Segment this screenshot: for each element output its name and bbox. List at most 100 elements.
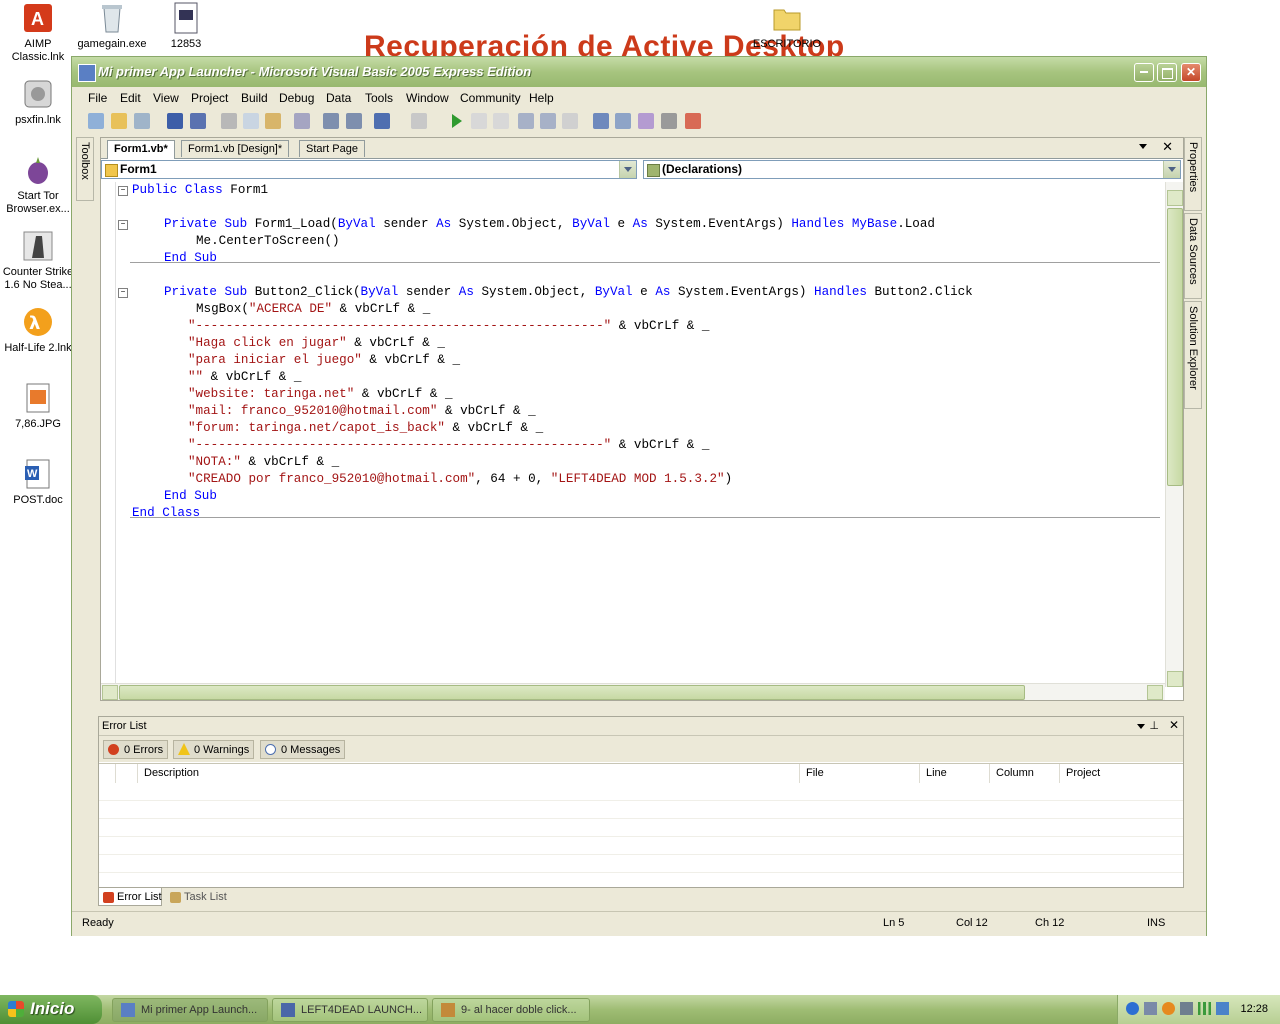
scroll-down-icon[interactable] bbox=[1167, 671, 1183, 687]
collapse-icon[interactable]: − bbox=[118, 220, 128, 230]
desktop-icon-jpg[interactable]: 7,86.JPG bbox=[0, 382, 76, 431]
column-header-column[interactable]: Column bbox=[989, 764, 1059, 783]
scroll-left-icon[interactable] bbox=[102, 685, 118, 700]
comment-icon[interactable] bbox=[323, 113, 339, 129]
add-item-icon[interactable] bbox=[134, 113, 150, 129]
window-position-icon[interactable] bbox=[1137, 724, 1145, 729]
save-all-icon[interactable] bbox=[190, 113, 206, 129]
tray-display-icon[interactable] bbox=[1216, 1002, 1229, 1015]
column-header-project[interactable]: Project bbox=[1059, 764, 1181, 783]
tab-form1-design[interactable]: Form1.vb [Design]* bbox=[181, 140, 290, 157]
step-over-icon[interactable] bbox=[540, 113, 556, 129]
close-panel-icon[interactable]: ✕ bbox=[1169, 718, 1179, 732]
horizontal-scroll-thumb[interactable] bbox=[119, 685, 1025, 700]
warnings-filter-button[interactable]: 0 Warnings bbox=[173, 740, 255, 759]
taskbar-item-browser[interactable]: 9- al hacer doble click... bbox=[432, 998, 590, 1022]
tray-network-icon[interactable] bbox=[1144, 1002, 1157, 1015]
minimize-button[interactable] bbox=[1134, 63, 1154, 82]
tab-error-list[interactable]: Error List bbox=[98, 888, 162, 906]
undo-icon[interactable] bbox=[374, 113, 390, 129]
menu-debug[interactable]: Debug bbox=[279, 91, 314, 105]
tab-properties[interactable]: Properties bbox=[1184, 137, 1202, 211]
stop-icon[interactable] bbox=[493, 113, 509, 129]
collapse-icon[interactable]: − bbox=[118, 186, 128, 196]
desktop-icon-counter-strike[interactable]: Counter Strike 1.6 No Stea... bbox=[0, 230, 76, 292]
menu-view[interactable]: View bbox=[153, 91, 179, 105]
horizontal-scrollbar[interactable] bbox=[101, 683, 1165, 700]
desktop-icon-gamegain[interactable]: gamegain.exe bbox=[74, 2, 150, 51]
column-header-icon[interactable] bbox=[115, 764, 137, 783]
method-name-combo[interactable]: (Declarations) bbox=[643, 160, 1181, 179]
toolbox-tab[interactable]: Toolbox bbox=[76, 137, 96, 207]
taskbar-item-left4dead[interactable]: LEFT4DEAD LAUNCH... bbox=[272, 998, 428, 1022]
toolbox-label[interactable]: Toolbox bbox=[76, 137, 94, 201]
class-name-combo[interactable]: Form1 bbox=[101, 160, 637, 179]
redo-icon[interactable] bbox=[411, 113, 427, 129]
code-text-area[interactable]: − − − Public Class Form1 Private Sub For… bbox=[101, 182, 1163, 687]
vertical-scroll-thumb[interactable] bbox=[1167, 208, 1183, 486]
start-button[interactable]: Inicio bbox=[0, 995, 102, 1024]
save-icon[interactable] bbox=[167, 113, 183, 129]
close-button[interactable]: ✕ bbox=[1181, 63, 1201, 82]
chevron-down-icon[interactable] bbox=[619, 161, 636, 178]
properties-icon[interactable] bbox=[615, 113, 631, 129]
step-into-icon[interactable] bbox=[518, 113, 534, 129]
desktop-icon-half-life[interactable]: λ Half-Life 2.lnk bbox=[0, 306, 76, 355]
tray-volume-icon[interactable] bbox=[1180, 1002, 1193, 1015]
tab-task-list[interactable]: Task List bbox=[166, 888, 236, 906]
step-out-icon[interactable] bbox=[562, 113, 578, 129]
menu-build[interactable]: Build bbox=[241, 91, 268, 105]
menu-data[interactable]: Data bbox=[326, 91, 351, 105]
desktop-icon-post-doc[interactable]: W POST.doc bbox=[0, 458, 76, 507]
menu-help[interactable]: Help bbox=[529, 91, 554, 105]
menu-community[interactable]: Community bbox=[460, 91, 521, 105]
menu-edit[interactable]: Edit bbox=[120, 91, 141, 105]
desktop-icon-psxfin[interactable]: psxfin.lnk bbox=[0, 78, 76, 127]
tab-start-page[interactable]: Start Page bbox=[299, 140, 365, 157]
menu-file[interactable]: File bbox=[88, 91, 107, 105]
copy-icon[interactable] bbox=[243, 113, 259, 129]
taskbar-clock[interactable]: 12:28 bbox=[1240, 1003, 1268, 1015]
errors-filter-button[interactable]: 0 Errors bbox=[103, 740, 169, 759]
column-header-file[interactable]: File bbox=[799, 764, 919, 783]
desktop-icon-tor[interactable]: Start Tor Browser.ex... bbox=[0, 154, 76, 216]
menu-tools[interactable]: Tools bbox=[365, 91, 393, 105]
error-list-icon[interactable] bbox=[685, 113, 701, 129]
tray-power-icon[interactable] bbox=[1126, 1002, 1139, 1015]
vertical-scrollbar[interactable] bbox=[1165, 182, 1183, 687]
title-bar[interactable]: Mi primer App Launcher - Microsoft Visua… bbox=[72, 57, 1206, 88]
taskbar-item-vb[interactable]: Mi primer App Launch... bbox=[112, 998, 268, 1022]
open-folder-icon[interactable] bbox=[111, 113, 127, 129]
desktop-icon-aimp[interactable]: A AIMP Classic.lnk bbox=[0, 2, 76, 64]
object-browser-icon[interactable] bbox=[638, 113, 654, 129]
find-icon[interactable] bbox=[294, 113, 310, 129]
pin-icon[interactable]: ⊥ bbox=[1149, 719, 1159, 732]
uncomment-icon[interactable] bbox=[346, 113, 362, 129]
desktop-icon-12853[interactable]: 12853 bbox=[148, 2, 224, 51]
scroll-up-icon[interactable] bbox=[1167, 190, 1183, 206]
scroll-right-icon[interactable] bbox=[1147, 685, 1163, 700]
tab-data-sources[interactable]: Data Sources bbox=[1184, 213, 1202, 299]
paste-icon[interactable] bbox=[265, 113, 281, 129]
close-document-icon[interactable]: ✕ bbox=[1162, 139, 1173, 155]
cut-icon[interactable] bbox=[221, 113, 237, 129]
toolbox-icon[interactable] bbox=[661, 113, 677, 129]
collapse-icon[interactable]: − bbox=[118, 288, 128, 298]
pause-icon[interactable] bbox=[471, 113, 487, 129]
tray-signal-icon[interactable] bbox=[1198, 1002, 1211, 1015]
messages-filter-button[interactable]: 0 Messages bbox=[260, 740, 346, 759]
maximize-button[interactable] bbox=[1157, 63, 1177, 82]
menu-window[interactable]: Window bbox=[406, 91, 449, 105]
chevron-down-icon[interactable] bbox=[1163, 161, 1180, 178]
active-files-dropdown-icon[interactable] bbox=[1139, 144, 1147, 149]
tray-app-icon[interactable] bbox=[1162, 1002, 1175, 1015]
tab-form1-vb[interactable]: Form1.vb* bbox=[107, 140, 175, 159]
new-project-icon[interactable] bbox=[88, 113, 104, 129]
menu-project[interactable]: Project bbox=[191, 91, 228, 105]
solution-explorer-icon[interactable] bbox=[593, 113, 609, 129]
desktop-icon-escritorio[interactable]: ESCRITORIO bbox=[749, 2, 825, 51]
start-debugging-icon[interactable] bbox=[452, 114, 462, 128]
column-header-description[interactable]: Description bbox=[137, 764, 799, 783]
column-header-line[interactable]: Line bbox=[919, 764, 989, 783]
tab-solution-explorer[interactable]: Solution Explorer bbox=[1184, 301, 1202, 409]
